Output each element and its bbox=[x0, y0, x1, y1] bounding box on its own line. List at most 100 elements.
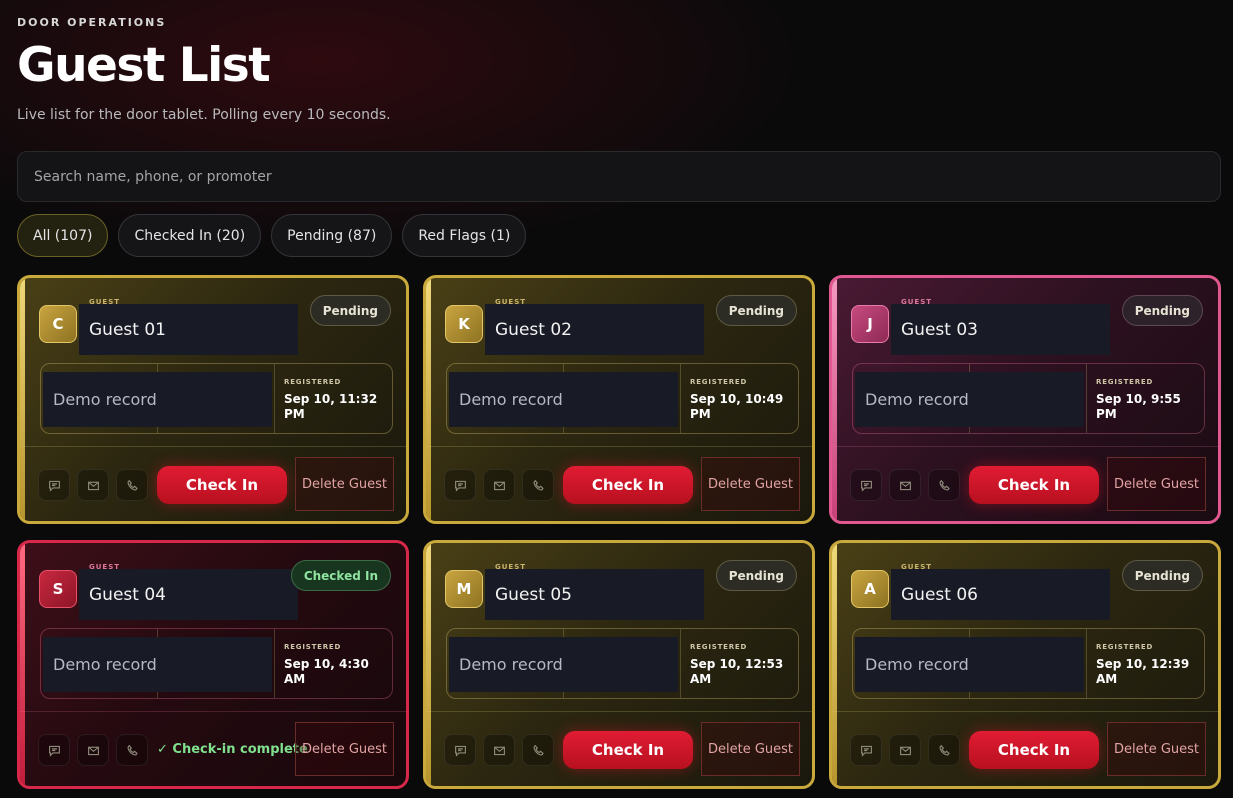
delete-guest-button[interactable]: Delete Guest bbox=[1107, 722, 1206, 776]
message-icon[interactable] bbox=[850, 469, 882, 501]
card-accent-edge bbox=[20, 543, 25, 786]
phone-icon[interactable] bbox=[522, 469, 554, 501]
delete-guest-button[interactable]: Delete Guest bbox=[701, 457, 800, 511]
delete-guest-button[interactable]: Delete Guest bbox=[295, 457, 394, 511]
record-field: Demo record bbox=[449, 372, 678, 427]
card-separator bbox=[426, 711, 812, 712]
phone-icon[interactable] bbox=[522, 734, 554, 766]
info-divider bbox=[1086, 364, 1087, 433]
guest-card: K GUEST Guest 02 Pending Demo record REG… bbox=[423, 275, 815, 524]
registered-value: Sep 10, 10:49 PM bbox=[690, 392, 784, 421]
guest-name: Guest 03 bbox=[891, 304, 1110, 355]
card-accent-edge bbox=[832, 543, 837, 786]
email-icon[interactable] bbox=[77, 734, 109, 766]
registered-value: Sep 10, 11:32 PM bbox=[284, 392, 378, 421]
card-separator bbox=[832, 446, 1218, 447]
check-in-button[interactable]: Check In bbox=[563, 731, 693, 769]
registered-label: REGISTERED bbox=[284, 378, 342, 386]
record-field: Demo record bbox=[855, 372, 1084, 427]
avatar: S bbox=[39, 570, 77, 608]
status-badge: Pending bbox=[309, 295, 391, 326]
guest-card: A GUEST Guest 06 Pending Demo record REG… bbox=[829, 540, 1221, 789]
check-in-button[interactable]: Check In bbox=[563, 466, 693, 504]
status-badge: Pending bbox=[1121, 295, 1203, 326]
section-eyebrow: DOOR OPERATIONS bbox=[17, 16, 167, 29]
avatar: J bbox=[851, 305, 889, 343]
filter-all[interactable]: All (107) bbox=[17, 214, 109, 257]
filter-red-flags[interactable]: Red Flags (1) bbox=[402, 214, 527, 257]
email-icon[interactable] bbox=[889, 734, 921, 766]
email-icon[interactable] bbox=[77, 469, 109, 501]
card-separator bbox=[426, 446, 812, 447]
registered-value: Sep 10, 4:30 AM bbox=[284, 657, 369, 686]
registered-label: REGISTERED bbox=[284, 643, 342, 651]
card-separator bbox=[832, 711, 1218, 712]
guest-name: Guest 05 bbox=[485, 569, 704, 620]
check-in-button[interactable]: Check In bbox=[157, 466, 287, 504]
registered-label: REGISTERED bbox=[1096, 643, 1154, 651]
status-badge: Checked In bbox=[290, 560, 391, 591]
message-icon[interactable] bbox=[38, 469, 70, 501]
email-icon[interactable] bbox=[483, 469, 515, 501]
record-field: Demo record bbox=[449, 637, 678, 692]
record-field: Demo record bbox=[43, 637, 272, 692]
message-icon[interactable] bbox=[850, 734, 882, 766]
registered-value: Sep 10, 9:55 PM bbox=[1096, 392, 1181, 421]
card-separator bbox=[20, 711, 406, 712]
guest-name: Guest 02 bbox=[485, 304, 704, 355]
registered-value: Sep 10, 12:39 AM bbox=[1096, 657, 1190, 686]
filter-chips: All (107) Checked In (20) Pending (87) R… bbox=[17, 214, 527, 257]
checkin-complete-text: ✓ Check-in complete bbox=[157, 742, 308, 757]
message-icon[interactable] bbox=[38, 734, 70, 766]
avatar: C bbox=[39, 305, 77, 343]
card-accent-edge bbox=[832, 278, 837, 521]
info-divider bbox=[680, 629, 681, 698]
message-icon[interactable] bbox=[444, 734, 476, 766]
check-in-button[interactable]: Check In bbox=[969, 466, 1099, 504]
filter-checked-in[interactable]: Checked In (20) bbox=[118, 214, 262, 257]
phone-icon[interactable] bbox=[928, 734, 960, 766]
phone-icon[interactable] bbox=[928, 469, 960, 501]
guest-card: C GUEST Guest 01 Pending Demo record REG… bbox=[17, 275, 409, 524]
status-badge: Pending bbox=[715, 560, 797, 591]
guest-card: J GUEST Guest 03 Pending Demo record REG… bbox=[829, 275, 1221, 524]
guest-name: Guest 01 bbox=[79, 304, 298, 355]
card-separator bbox=[20, 446, 406, 447]
phone-icon[interactable] bbox=[116, 734, 148, 766]
registered-label: REGISTERED bbox=[1096, 378, 1154, 386]
info-divider bbox=[274, 629, 275, 698]
phone-icon[interactable] bbox=[116, 469, 148, 501]
delete-guest-button[interactable]: Delete Guest bbox=[701, 722, 800, 776]
avatar: M bbox=[445, 570, 483, 608]
message-icon[interactable] bbox=[444, 469, 476, 501]
status-badge: Pending bbox=[1121, 560, 1203, 591]
guest-name: Guest 06 bbox=[891, 569, 1110, 620]
email-icon[interactable] bbox=[889, 469, 921, 501]
guest-grid: C GUEST Guest 01 Pending Demo record REG… bbox=[17, 275, 1221, 789]
page-subtitle: Live list for the door tablet. Polling e… bbox=[17, 107, 391, 123]
record-field: Demo record bbox=[43, 372, 272, 427]
guest-name: Guest 04 bbox=[79, 569, 298, 620]
filter-pending[interactable]: Pending (87) bbox=[271, 214, 393, 257]
avatar: K bbox=[445, 305, 483, 343]
avatar: A bbox=[851, 570, 889, 608]
registered-label: REGISTERED bbox=[690, 378, 748, 386]
page-title: Guest List bbox=[17, 38, 271, 93]
registered-label: REGISTERED bbox=[690, 643, 748, 651]
info-divider bbox=[274, 364, 275, 433]
guest-card: S GUEST Guest 04 Checked In Demo record … bbox=[17, 540, 409, 789]
status-badge: Pending bbox=[715, 295, 797, 326]
delete-guest-button[interactable]: Delete Guest bbox=[295, 722, 394, 776]
record-field: Demo record bbox=[855, 637, 1084, 692]
search-input[interactable] bbox=[17, 151, 1221, 202]
check-in-button[interactable]: Check In bbox=[969, 731, 1099, 769]
delete-guest-button[interactable]: Delete Guest bbox=[1107, 457, 1206, 511]
email-icon[interactable] bbox=[483, 734, 515, 766]
card-accent-edge bbox=[426, 278, 431, 521]
card-accent-edge bbox=[426, 543, 431, 786]
card-accent-edge bbox=[20, 278, 25, 521]
registered-value: Sep 10, 12:53 AM bbox=[690, 657, 784, 686]
info-divider bbox=[1086, 629, 1087, 698]
info-divider bbox=[680, 364, 681, 433]
guest-card: M GUEST Guest 05 Pending Demo record REG… bbox=[423, 540, 815, 789]
